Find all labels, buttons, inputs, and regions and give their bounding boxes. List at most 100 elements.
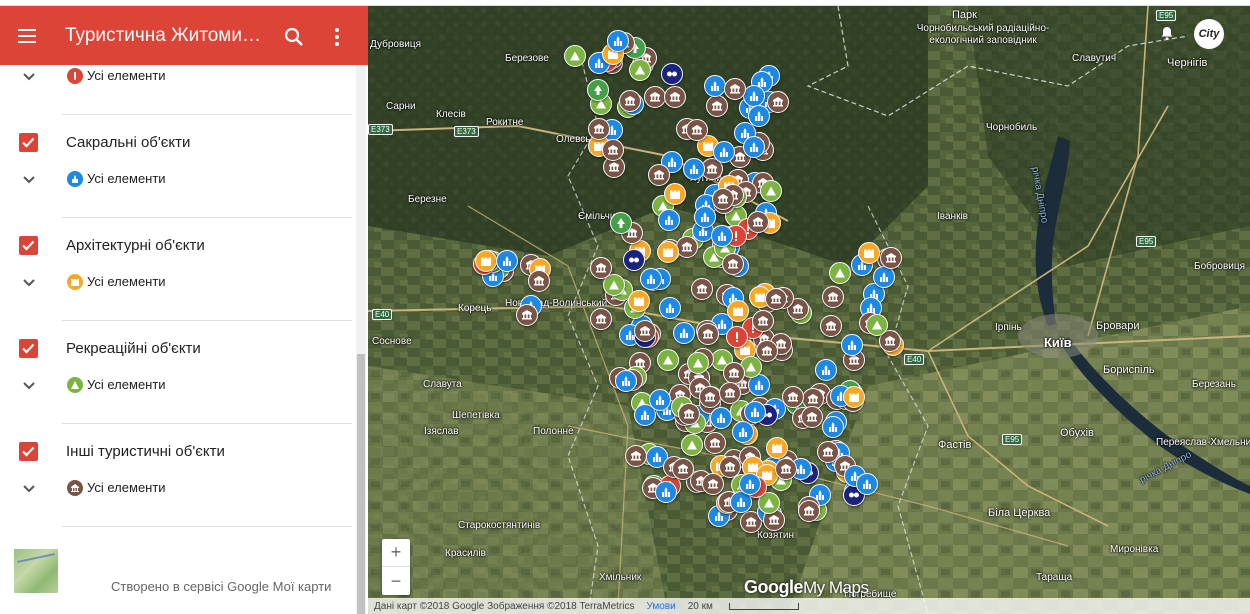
map-marker[interactable] [607,30,629,52]
map-marker[interactable] [873,266,895,288]
map-marker[interactable] [767,91,789,113]
layer-items-label[interactable]: Усі елементи [87,377,166,392]
map-marker[interactable] [687,352,709,374]
map-marker[interactable] [765,288,787,310]
map-marker[interactable] [727,300,749,322]
map-marker[interactable] [475,250,497,272]
map-marker[interactable] [704,75,726,97]
map-marker[interactable] [719,382,741,404]
map-marker[interactable] [625,445,647,467]
map-marker[interactable] [681,434,703,456]
map-marker[interactable] [760,180,782,202]
layer-title[interactable]: Рекреаційні об'єкти [66,340,201,357]
layer-3-checkbox[interactable] [19,338,38,358]
zoom-in-button[interactable]: + [382,539,410,567]
chevron-down-icon[interactable] [21,481,37,497]
map-marker[interactable] [820,315,842,337]
map-marker[interactable] [798,500,820,522]
map-marker[interactable] [588,118,610,140]
map-marker[interactable] [649,389,671,411]
layer-2-checkbox[interactable] [19,235,38,255]
map-marker[interactable] [739,473,761,495]
map-marker[interactable] [658,209,680,231]
map-marker[interactable] [747,211,769,233]
map-marker[interactable] [683,158,705,180]
google-my-maps-logo[interactable]: GoogleMy Maps [744,577,869,598]
chevron-down-icon[interactable] [21,172,37,188]
map-marker[interactable] [648,164,670,186]
map-marker[interactable] [699,386,721,408]
city-logo[interactable]: City [1194,19,1224,49]
map-title[interactable]: Туристична Житомир... [65,25,265,47]
scale-label[interactable]: 20 км [688,601,713,612]
map-marker[interactable] [697,323,719,345]
map-marker[interactable] [756,340,778,362]
chevron-down-icon[interactable] [21,69,37,85]
map-marker[interactable] [711,225,733,247]
layer-items-label[interactable]: Усі елементи [87,480,166,495]
map-marker[interactable] [841,334,863,356]
map-marker[interactable] [822,286,844,308]
layer-title[interactable]: Інші туристичні об'єкти [66,443,225,460]
terms-link[interactable]: Умови [646,601,675,612]
map-marker[interactable] [676,236,698,258]
map-marker[interactable] [710,407,732,429]
map-marker[interactable] [829,262,851,284]
map-marker[interactable] [629,59,651,81]
map-canvas[interactable]: Дубровиця Березове Сарни Клесів Рокитне … [368,6,1250,614]
layer-title[interactable]: Сакральні об'єкти [66,134,190,151]
map-marker[interactable] [704,432,726,454]
search-button[interactable] [280,23,308,51]
layer-1-checkbox[interactable] [19,132,38,152]
map-marker[interactable] [815,359,837,381]
map-marker[interactable] [628,290,650,312]
map-marker[interactable] [766,437,788,459]
map-marker[interactable] [702,473,724,495]
map-marker[interactable] [744,401,766,423]
map-marker[interactable] [623,249,645,271]
map-marker[interactable] [856,473,878,495]
map-marker[interactable] [516,304,538,326]
map-marker[interactable] [822,416,844,438]
zoom-out-button[interactable]: − [382,567,410,595]
map-marker[interactable] [496,250,518,272]
map-marker[interactable] [657,241,679,263]
map-marker[interactable] [752,310,774,332]
map-marker[interactable] [615,370,637,392]
map-marker[interactable] [655,481,677,503]
chevron-down-icon[interactable] [21,275,37,291]
map-marker[interactable] [661,63,683,85]
map-marker[interactable] [712,188,734,210]
map-marker[interactable] [686,119,708,141]
map-marker[interactable] [659,297,681,319]
map-marker[interactable] [691,278,713,300]
map-marker[interactable] [640,268,662,290]
map-marker[interactable] [743,85,765,107]
map-marker[interactable] [672,458,694,480]
map-marker[interactable] [678,403,700,425]
map-marker[interactable] [775,458,797,480]
map-marker[interactable] [590,308,612,330]
map-marker[interactable] [673,322,695,344]
map-marker[interactable] [610,212,632,234]
map-marker[interactable] [664,86,686,108]
menu-button[interactable] [0,6,56,65]
map-marker[interactable] [619,90,641,112]
map-marker[interactable] [644,86,666,108]
map-marker[interactable] [732,421,754,443]
map-marker[interactable] [722,253,744,275]
map-marker[interactable] [587,79,609,101]
layer-title[interactable]: Архітектурні об'єкти [66,237,205,254]
layer-items-label[interactable]: Усі елементи [87,68,166,83]
map-marker[interactable] [858,242,880,264]
map-marker[interactable] [657,349,679,371]
map-marker[interactable] [843,386,865,408]
map-marker[interactable] [694,206,716,228]
more-options-button[interactable] [325,23,349,51]
map-marker[interactable] [602,139,624,161]
layer-4-checkbox[interactable] [19,441,38,461]
map-marker[interactable] [528,270,550,292]
basemap-thumbnail[interactable] [14,549,58,593]
google-my-maps-credit[interactable]: Створено в сервісі Google Мої карти [111,579,331,594]
map-marker[interactable] [713,141,735,163]
